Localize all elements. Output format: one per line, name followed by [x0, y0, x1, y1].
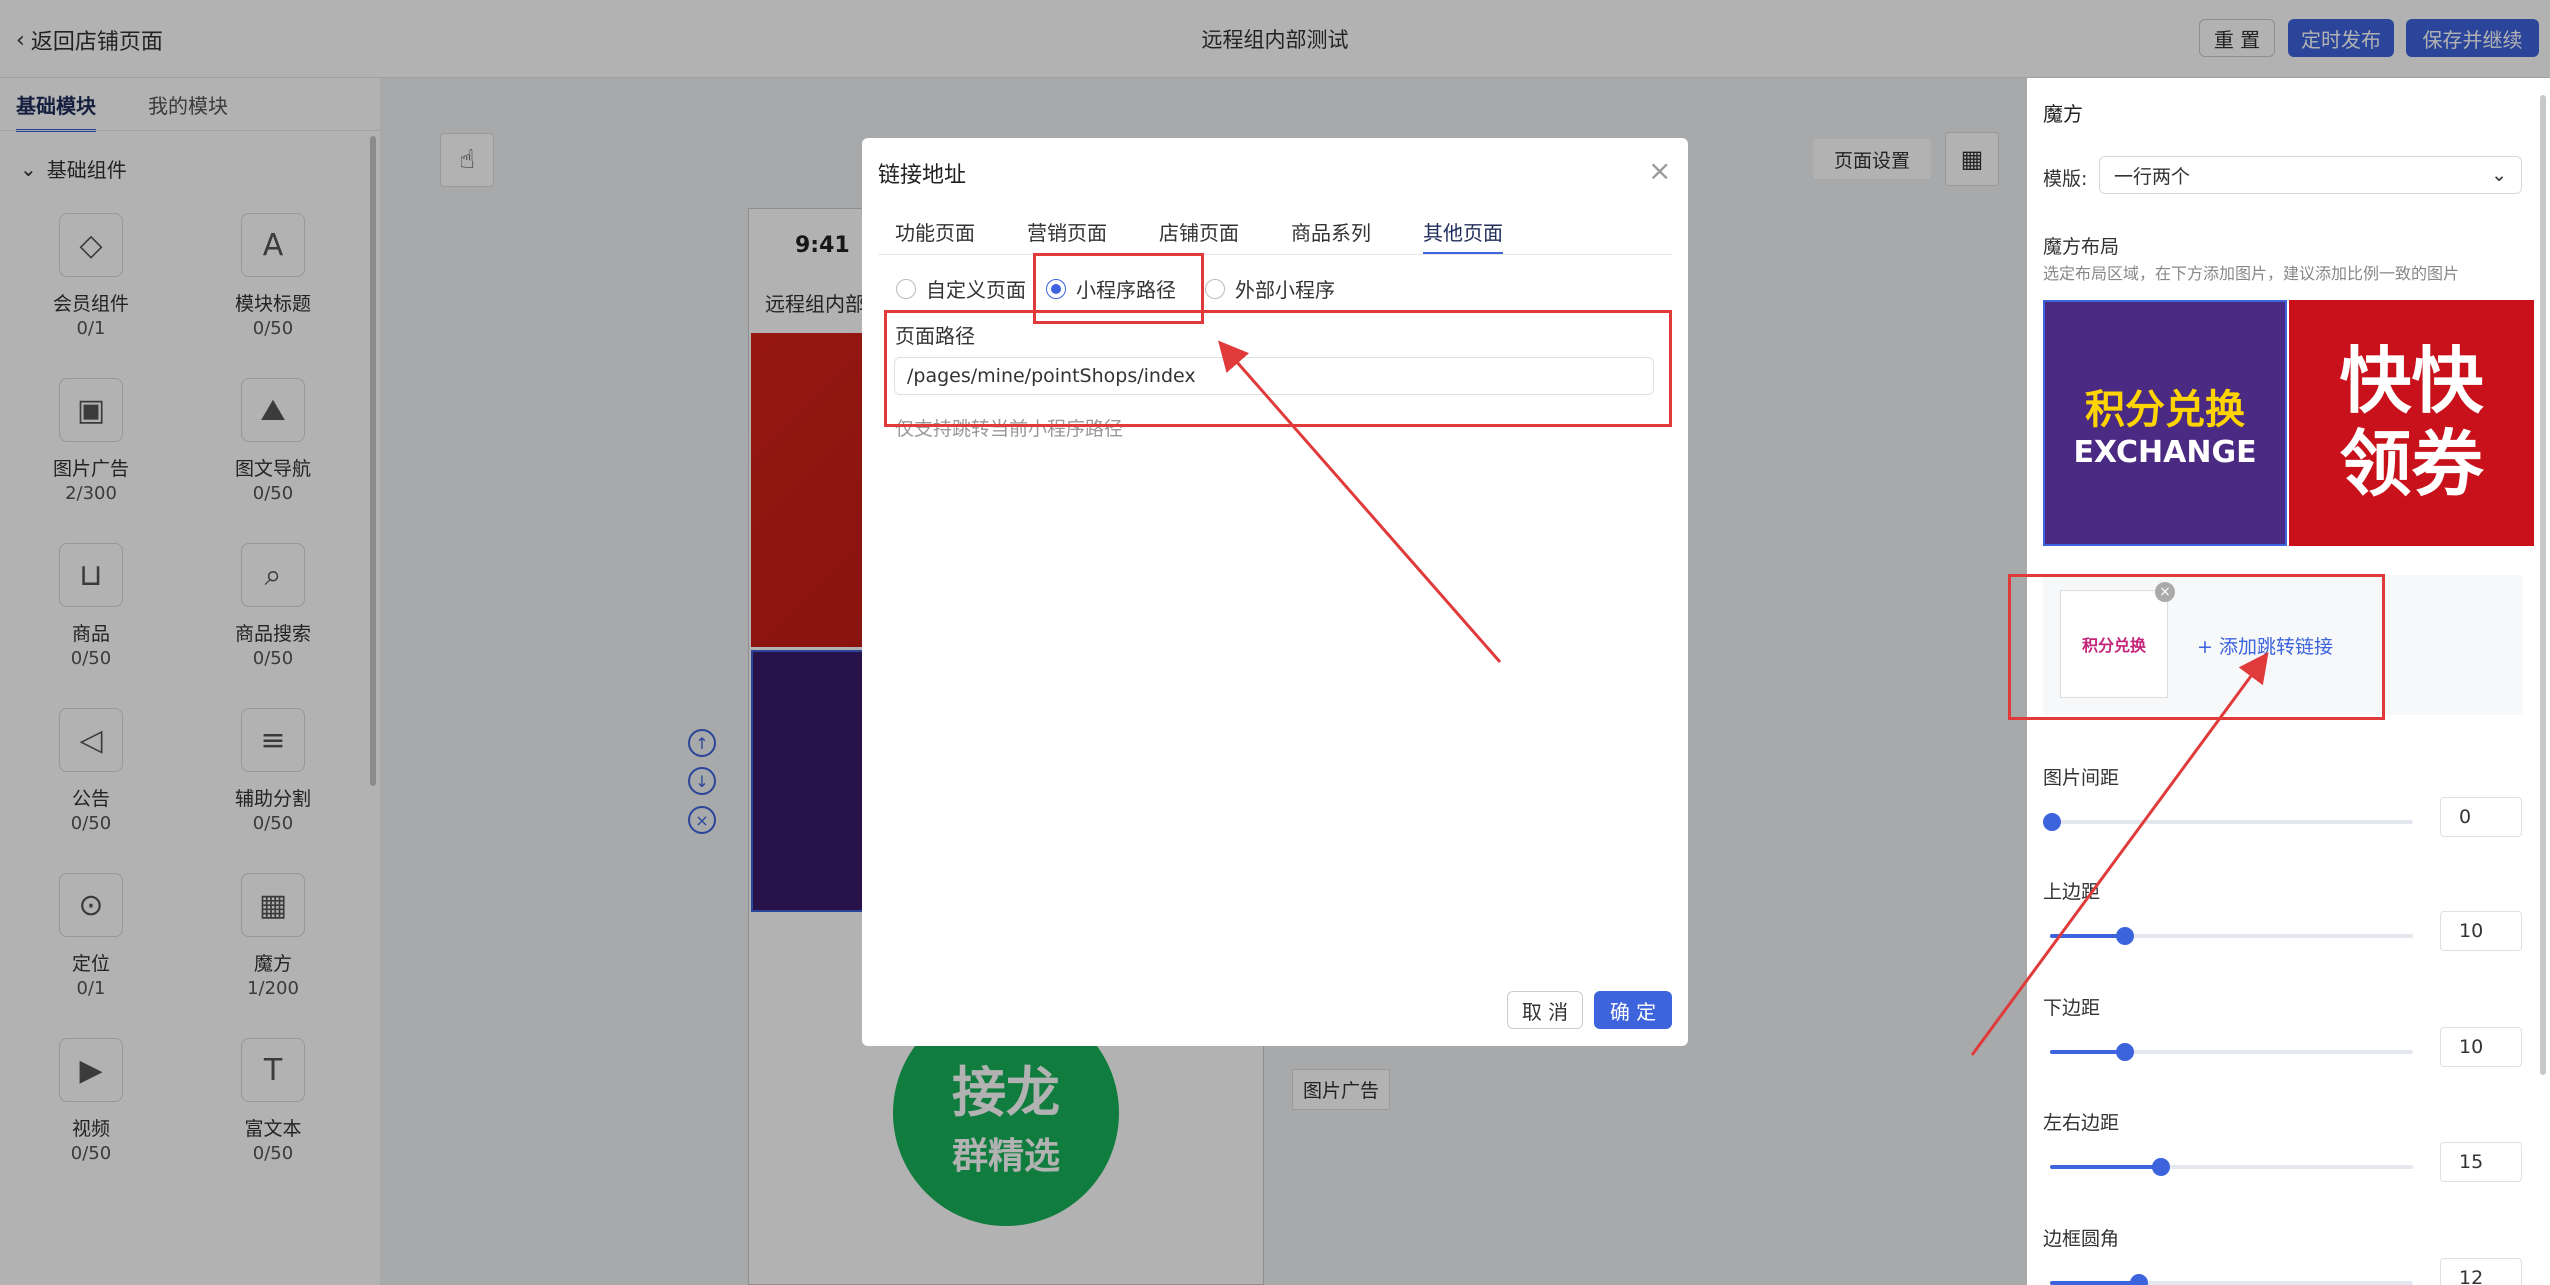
cube-cell-2[interactable]: 快快 领券 [2289, 300, 2534, 546]
slider-track[interactable] [2050, 1274, 2413, 1285]
tab-marketing-pages[interactable]: 营销页面 [1027, 217, 1107, 246]
radio-circle [896, 278, 916, 299]
slider-label: 图片间距 [2043, 767, 2120, 789]
tab-function-pages[interactable]: 功能页面 [895, 217, 975, 246]
slider-value-input[interactable]: 10 [2440, 1027, 2522, 1067]
modal-title: 链接地址 [878, 163, 967, 188]
tab-other-pages[interactable]: 其他页面 [1423, 217, 1503, 255]
radio-external-miniprogram[interactable]: 外部小程序 [1205, 274, 1335, 303]
slider-value-input[interactable]: 15 [2440, 1142, 2522, 1182]
slider-handle[interactable] [2130, 1274, 2148, 1285]
slider-fill [2050, 1165, 2159, 1169]
tab-product-series[interactable]: 商品系列 [1291, 217, 1371, 246]
slider-fill [2050, 1281, 2137, 1285]
layout-subtitle: 选定布局区域，在下方添加图片，建议添加比例一致的图片 [2043, 264, 2460, 283]
slider-value-input[interactable]: 12 [2440, 1258, 2522, 1285]
tab-divider [878, 254, 1672, 255]
template-label: 模版: [2043, 168, 2088, 190]
template-select[interactable]: 一行两个 ⌄ [2099, 156, 2522, 194]
annotation-box-path [884, 310, 1672, 427]
cube-cell-1[interactable]: 积分兑换 EXCHANGE [2043, 300, 2287, 546]
slider-track[interactable] [2050, 1043, 2413, 1061]
radio-circle [1205, 278, 1225, 299]
slider-label: 边框圆角 [2043, 1228, 2120, 1250]
slider-track[interactable] [2050, 1158, 2413, 1176]
layout-title: 魔方布局 [2043, 236, 2120, 258]
slider-label: 左右边距 [2043, 1112, 2120, 1134]
chevron-down-icon: ⌄ [2491, 164, 2507, 186]
radio-custom-page[interactable]: 自定义页面 [896, 274, 1026, 303]
panel-title: 魔方 [2043, 102, 2083, 126]
confirm-button[interactable]: 确 定 [1594, 991, 1672, 1029]
slider-track[interactable] [2050, 927, 2413, 945]
slider-handle[interactable] [2043, 813, 2061, 831]
slider-label: 下边距 [2043, 997, 2101, 1019]
slider-fill [2050, 934, 2123, 938]
close-icon[interactable]: × [1648, 154, 1671, 187]
annotation-box-link [2008, 574, 2385, 720]
slider-handle[interactable] [2116, 1043, 2134, 1061]
slider-handle[interactable] [2116, 927, 2134, 945]
slider-track[interactable] [2043, 813, 2413, 831]
tab-shop-pages[interactable]: 店铺页面 [1159, 217, 1239, 246]
slider-label: 上边距 [2043, 881, 2101, 903]
slider-fill [2050, 1050, 2123, 1054]
cancel-button[interactable]: 取 消 [1507, 991, 1583, 1029]
slider-value-input[interactable]: 0 [2440, 797, 2522, 837]
slider-value-input[interactable]: 10 [2440, 911, 2522, 951]
slider-handle[interactable] [2152, 1158, 2170, 1176]
scrollbar[interactable] [2540, 95, 2546, 1075]
